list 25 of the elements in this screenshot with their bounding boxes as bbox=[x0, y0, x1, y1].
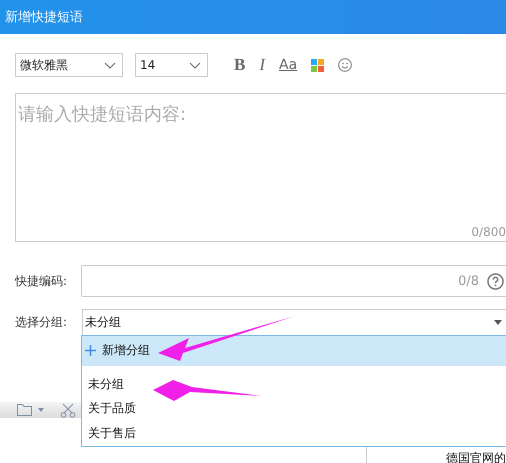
content-placeholder: 请输入快捷短语内容: bbox=[18, 103, 188, 126]
window-title: 新增快捷短语 bbox=[0, 0, 506, 34]
font-select[interactable]: 微软雅黑 bbox=[15, 53, 123, 77]
plus-icon bbox=[85, 345, 96, 356]
add-group-option[interactable]: 新增分组 bbox=[82, 336, 506, 366]
smiley-icon[interactable] bbox=[338, 58, 352, 72]
font-style-button[interactable]: Aa bbox=[279, 57, 298, 73]
color-grid-icon[interactable] bbox=[311, 58, 324, 72]
group-option[interactable]: 未分组 bbox=[82, 372, 506, 396]
bold-button[interactable]: B bbox=[234, 55, 246, 75]
italic-button[interactable]: I bbox=[259, 55, 266, 75]
group-label: 选择分组: bbox=[15, 314, 68, 331]
caret-icon bbox=[494, 320, 502, 325]
group-option[interactable]: 关于售后 bbox=[82, 421, 506, 446]
group-option[interactable]: 关于品质 bbox=[82, 396, 506, 422]
chevron-icon bbox=[104, 62, 116, 68]
caret-icon[interactable] bbox=[38, 408, 44, 412]
scissors-icon[interactable] bbox=[60, 402, 76, 418]
help-icon[interactable] bbox=[487, 272, 504, 290]
char-counter: 0/800 bbox=[471, 225, 506, 239]
size-select[interactable]: 14 bbox=[135, 53, 208, 77]
code-label: 快捷编码: bbox=[15, 272, 68, 290]
chevron-icon bbox=[189, 62, 201, 68]
code-counter: 0/8 bbox=[458, 274, 479, 288]
folder-icon[interactable] bbox=[17, 404, 32, 416]
